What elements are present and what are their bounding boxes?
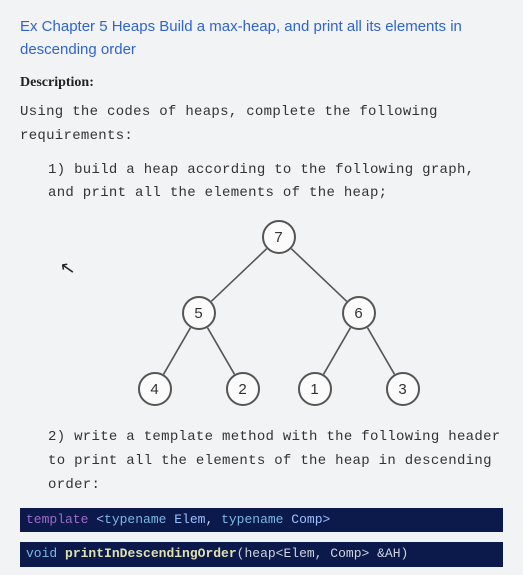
angle-open: < [88, 512, 104, 527]
heap-node: 3 [386, 372, 420, 406]
keyword-void: void [26, 546, 57, 561]
heap-edge [163, 328, 190, 375]
heap-node: 1 [298, 372, 332, 406]
heap-node: 4 [138, 372, 172, 406]
function-args: (heap<Elem, Comp> &AH) [237, 546, 409, 561]
keyword-typename-2: typename [221, 512, 283, 527]
document-page: Ex Chapter 5 Heaps Build a max-heap, and… [0, 0, 523, 575]
comma: , [205, 512, 221, 527]
heap-node: 5 [182, 296, 216, 330]
intro-paragraph: Using the codes of heaps, complete the f… [20, 101, 503, 149]
heap-edge [211, 249, 266, 302]
keyword-typename-1: typename [104, 512, 166, 527]
requirement-2: 2) write a template method with the foll… [20, 426, 503, 497]
heap-edge [207, 328, 234, 375]
angle-close: > [323, 512, 331, 527]
exercise-title-link[interactable]: Ex Chapter 5 Heaps Build a max-heap, and… [20, 18, 462, 58]
heap-node: 7 [262, 220, 296, 254]
description-heading: Description: [20, 75, 503, 91]
cursor-icon: ↖ [58, 257, 77, 280]
type-elem: Elem [166, 512, 205, 527]
heap-graph: 7 5 6 4 2 1 3 [102, 216, 422, 416]
code-line-1: template <typename Elem, typename Comp> [20, 508, 503, 533]
heap-edge [291, 249, 346, 302]
heap-node: 2 [226, 372, 260, 406]
heap-edge [323, 328, 350, 375]
function-name: printInDescendingOrder [65, 546, 237, 561]
requirement-1: 1) build a heap according to the followi… [20, 159, 503, 207]
heap-node: 6 [342, 296, 376, 330]
type-comp: Comp [284, 512, 323, 527]
keyword-template: template [26, 512, 88, 527]
space [57, 546, 65, 561]
heap-edge [367, 328, 394, 375]
